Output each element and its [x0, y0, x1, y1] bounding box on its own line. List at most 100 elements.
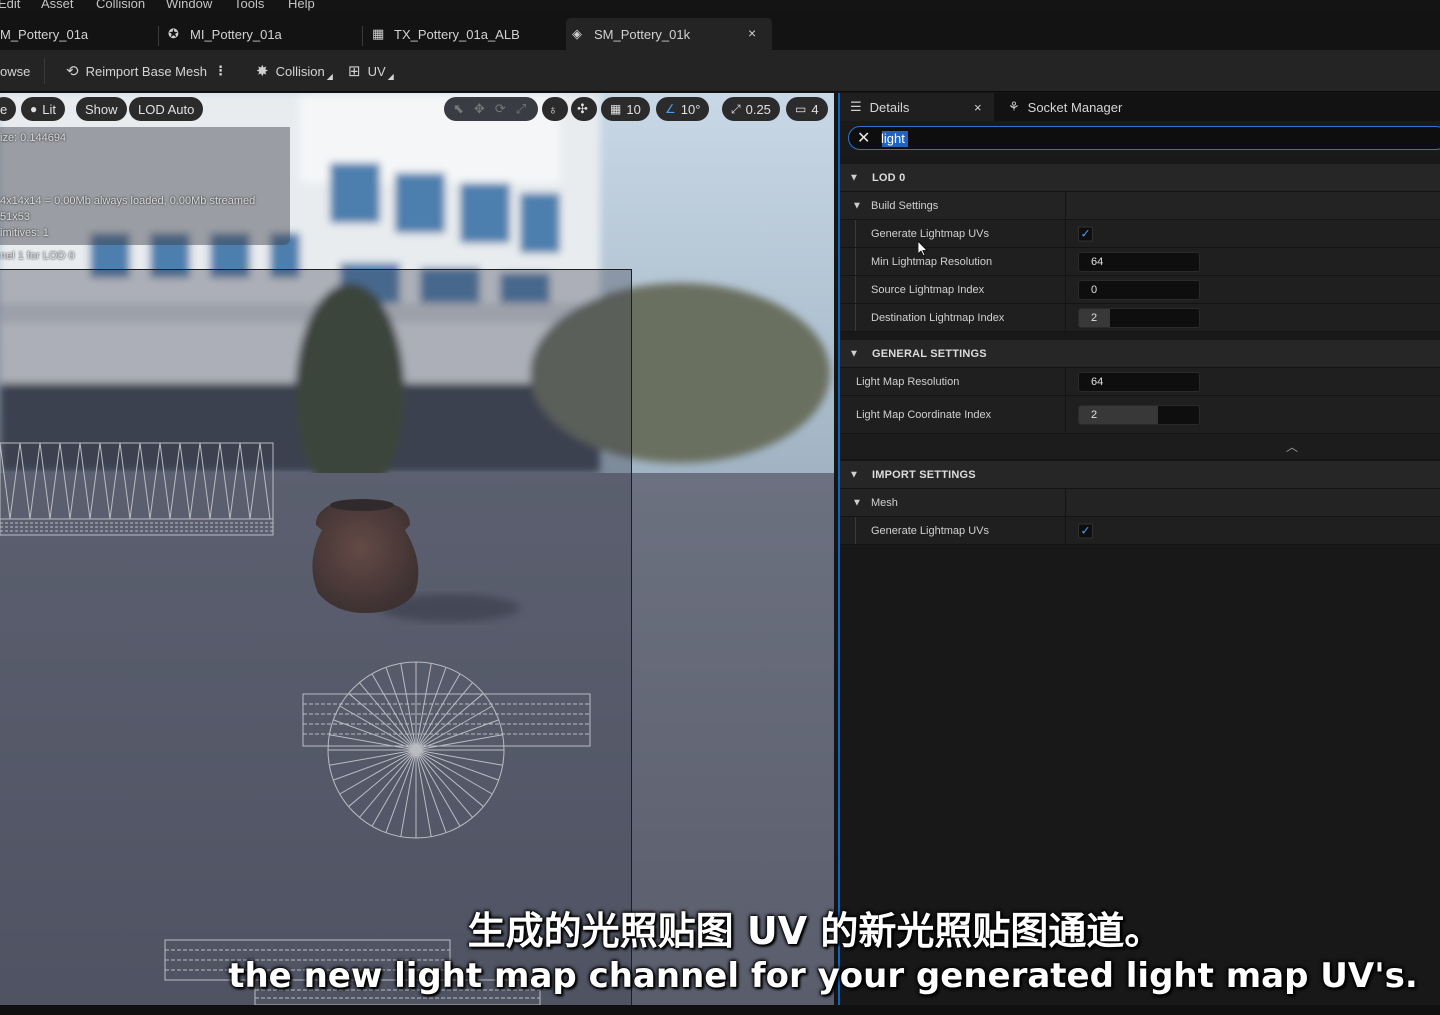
collision-label: Collision — [275, 63, 325, 79]
reimport-label: Reimport Base Mesh — [85, 63, 207, 79]
tab-tx-pottery[interactable]: ▦ TX_Pottery_01a_ALB — [366, 18, 520, 50]
scale-icon[interactable]: ⤢ — [516, 101, 526, 117]
group-build-settings[interactable]: ▼ Build Settings — [840, 192, 1440, 220]
column-splitter[interactable] — [1065, 304, 1066, 331]
min-lightmap-resolution-field[interactable]: 64 — [1078, 251, 1200, 272]
select-icon[interactable]: ⬉ — [453, 101, 464, 117]
import-generate-lightmap-uvs-checkbox[interactable]: ✓ — [1078, 523, 1093, 538]
stats-size: ize: 0.144694 — [0, 132, 67, 144]
details-tab-label: Details — [869, 99, 910, 115]
group-mesh[interactable]: ▼ Mesh — [840, 489, 1440, 517]
dropdown-arrow-icon: ◢ — [326, 71, 333, 81]
indent-guide — [855, 248, 856, 275]
details-tab-bar: ☰ Details × ⚘ Socket Manager — [840, 93, 1440, 121]
lod-button[interactable]: LOD Auto — [129, 97, 204, 121]
chevron-down-icon: ▼ — [849, 348, 860, 359]
tab-details[interactable]: ☰ Details × — [840, 93, 994, 121]
prop-label: Destination Lightmap Index — [871, 311, 1005, 324]
advanced-collapse-row[interactable]: ︿ — [840, 434, 1440, 460]
surface-snap-button[interactable]: ✣ — [571, 97, 597, 121]
column-splitter[interactable] — [1065, 489, 1066, 516]
rotate-icon[interactable]: ⟳ — [495, 101, 506, 117]
column-splitter[interactable] — [1065, 248, 1066, 275]
menu-bar: Edit Asset Collision Window Tools Help — [0, 0, 1440, 14]
tab-m-pottery[interactable]: M_Pottery_01a — [0, 18, 88, 50]
clear-search-icon[interactable]: ✕ — [857, 128, 870, 148]
column-splitter[interactable] — [1065, 396, 1066, 433]
tab-mi-pottery[interactable]: ✪ MI_Pottery_01a — [162, 18, 282, 50]
tab-sm-pottery[interactable]: ◈ SM_Pottery_01k — [566, 18, 772, 50]
collision-button[interactable]: ✸ Collision ◢ — [256, 60, 333, 82]
prop-min-lightmap-resolution: Min Lightmap Resolution 64 — [840, 248, 1440, 276]
tab-label: TX_Pottery_01a_ALB — [394, 26, 520, 42]
details-panel: ☰ Details × ⚘ Socket Manager ✕ ▼ LOD 0 ▼… — [838, 93, 1440, 1008]
search-input[interactable] — [881, 129, 1081, 147]
light-map-coordinate-index-field[interactable]: 2 — [1078, 404, 1200, 425]
menu-asset[interactable]: Asset — [41, 0, 74, 11]
column-splitter[interactable] — [1065, 276, 1066, 303]
chevron-up-icon[interactable]: ︿ — [1286, 438, 1298, 455]
tab-socket-manager[interactable]: ⚘ Socket Manager — [1008, 93, 1122, 121]
source-lightmap-index-field[interactable]: 0 — [1078, 279, 1200, 300]
scale-snap-value: 0.25 — [745, 101, 771, 117]
menu-tools[interactable]: Tools — [234, 0, 264, 11]
field-value: 2 — [1091, 408, 1098, 421]
uv-button[interactable]: ⊞ UV ◢ — [348, 60, 394, 82]
column-splitter[interactable] — [1065, 517, 1066, 544]
rotation-snap-value: 10° — [680, 101, 701, 117]
category-lod0[interactable]: ▼ LOD 0 — [840, 164, 1440, 192]
prop-label: Light Map Coordinate Index — [856, 408, 992, 421]
prop-generate-lightmap-uvs: Generate Lightmap UVs ✓ — [840, 220, 1440, 248]
reimport-base-mesh-button[interactable]: ⟲ Reimport Base Mesh ⋮ — [66, 60, 227, 82]
category-label: GENERAL SETTINGS — [872, 347, 987, 360]
close-tab-icon[interactable]: × — [748, 25, 756, 41]
uv-label: UV — [367, 63, 386, 79]
transform-tools-group[interactable]: ⬉ ✥ ⟳ ⤢ — [444, 97, 538, 121]
details-search-box[interactable]: ✕ — [848, 126, 1440, 150]
asset-toolbar: owse ⟲ Reimport Base Mesh ⋮ ✸ Collision … — [0, 50, 1440, 92]
menu-edit[interactable]: Edit — [0, 0, 20, 11]
mesh-viewport[interactable]: e ● Lit Show LOD Auto ⬉ ✥ ⟳ ⤢ ♁ ✣ ▦ 10 ∠… — [0, 93, 834, 1005]
light-map-resolution-field[interactable]: 64 — [1078, 371, 1200, 392]
prop-light-map-resolution: Light Map Resolution 64 — [840, 368, 1440, 396]
rotation-snap-button[interactable]: ∠ 10° — [656, 97, 710, 121]
show-label: Show — [85, 101, 118, 117]
close-details-icon[interactable]: × — [974, 100, 982, 115]
grid-icon: ▦ — [610, 102, 622, 116]
toolbar-divider — [44, 58, 45, 84]
lit-label: Lit — [42, 101, 56, 117]
stats-uv-channel: nel 1 for LOD 0 — [0, 250, 75, 262]
camera-speed-value: 4 — [811, 101, 819, 117]
more-options-icon[interactable]: ⋮ — [214, 63, 227, 79]
browse-label: owse — [0, 63, 31, 79]
document-tab-bar: M_Pottery_01a ✪ MI_Pottery_01a ▦ TX_Pott… — [0, 14, 1440, 50]
grid-snap-value: 10 — [626, 101, 641, 117]
category-general-settings[interactable]: ▼ GENERAL SETTINGS — [840, 340, 1440, 368]
menu-help[interactable]: Help — [288, 0, 315, 11]
prop-import-generate-lightmap-uvs: Generate Lightmap UVs ✓ — [840, 517, 1440, 545]
mouse-cursor-icon — [918, 241, 928, 257]
world-local-button[interactable]: ♁ — [542, 97, 568, 121]
status-bar — [0, 1005, 1440, 1015]
show-button[interactable]: Show — [76, 97, 127, 121]
camera-speed-button[interactable]: ▭ 4 — [786, 97, 828, 121]
lit-mode-button[interactable]: ● Lit — [21, 97, 65, 121]
scale-snap-button[interactable]: ⤢ 0.25 — [722, 97, 780, 121]
destination-lightmap-index-field[interactable]: 2 — [1078, 307, 1200, 328]
menu-collision[interactable]: Collision — [96, 0, 145, 11]
field-value: 0 — [1091, 283, 1098, 296]
generate-lightmap-uvs-checkbox[interactable]: ✓ — [1078, 226, 1093, 241]
chevron-down-icon: ▼ — [852, 497, 862, 508]
surface-snap-icon: ✣ — [577, 101, 588, 116]
category-import-settings[interactable]: ▼ IMPORT SETTINGS — [840, 461, 1440, 489]
tab-label: SM_Pottery_01k — [594, 26, 691, 42]
column-splitter[interactable] — [1065, 192, 1066, 219]
browse-button[interactable]: owse — [0, 60, 30, 82]
column-splitter[interactable] — [1065, 220, 1066, 247]
group-label: Mesh — [871, 496, 898, 509]
menu-window[interactable]: Window — [166, 0, 212, 11]
move-icon[interactable]: ✥ — [474, 101, 485, 117]
column-splitter[interactable] — [1065, 368, 1066, 395]
subtitle-chinese: 生成的光照贴图 UV 的新光照贴图通道。 — [467, 909, 1163, 953]
grid-snap-button[interactable]: ▦ 10 — [601, 97, 650, 121]
